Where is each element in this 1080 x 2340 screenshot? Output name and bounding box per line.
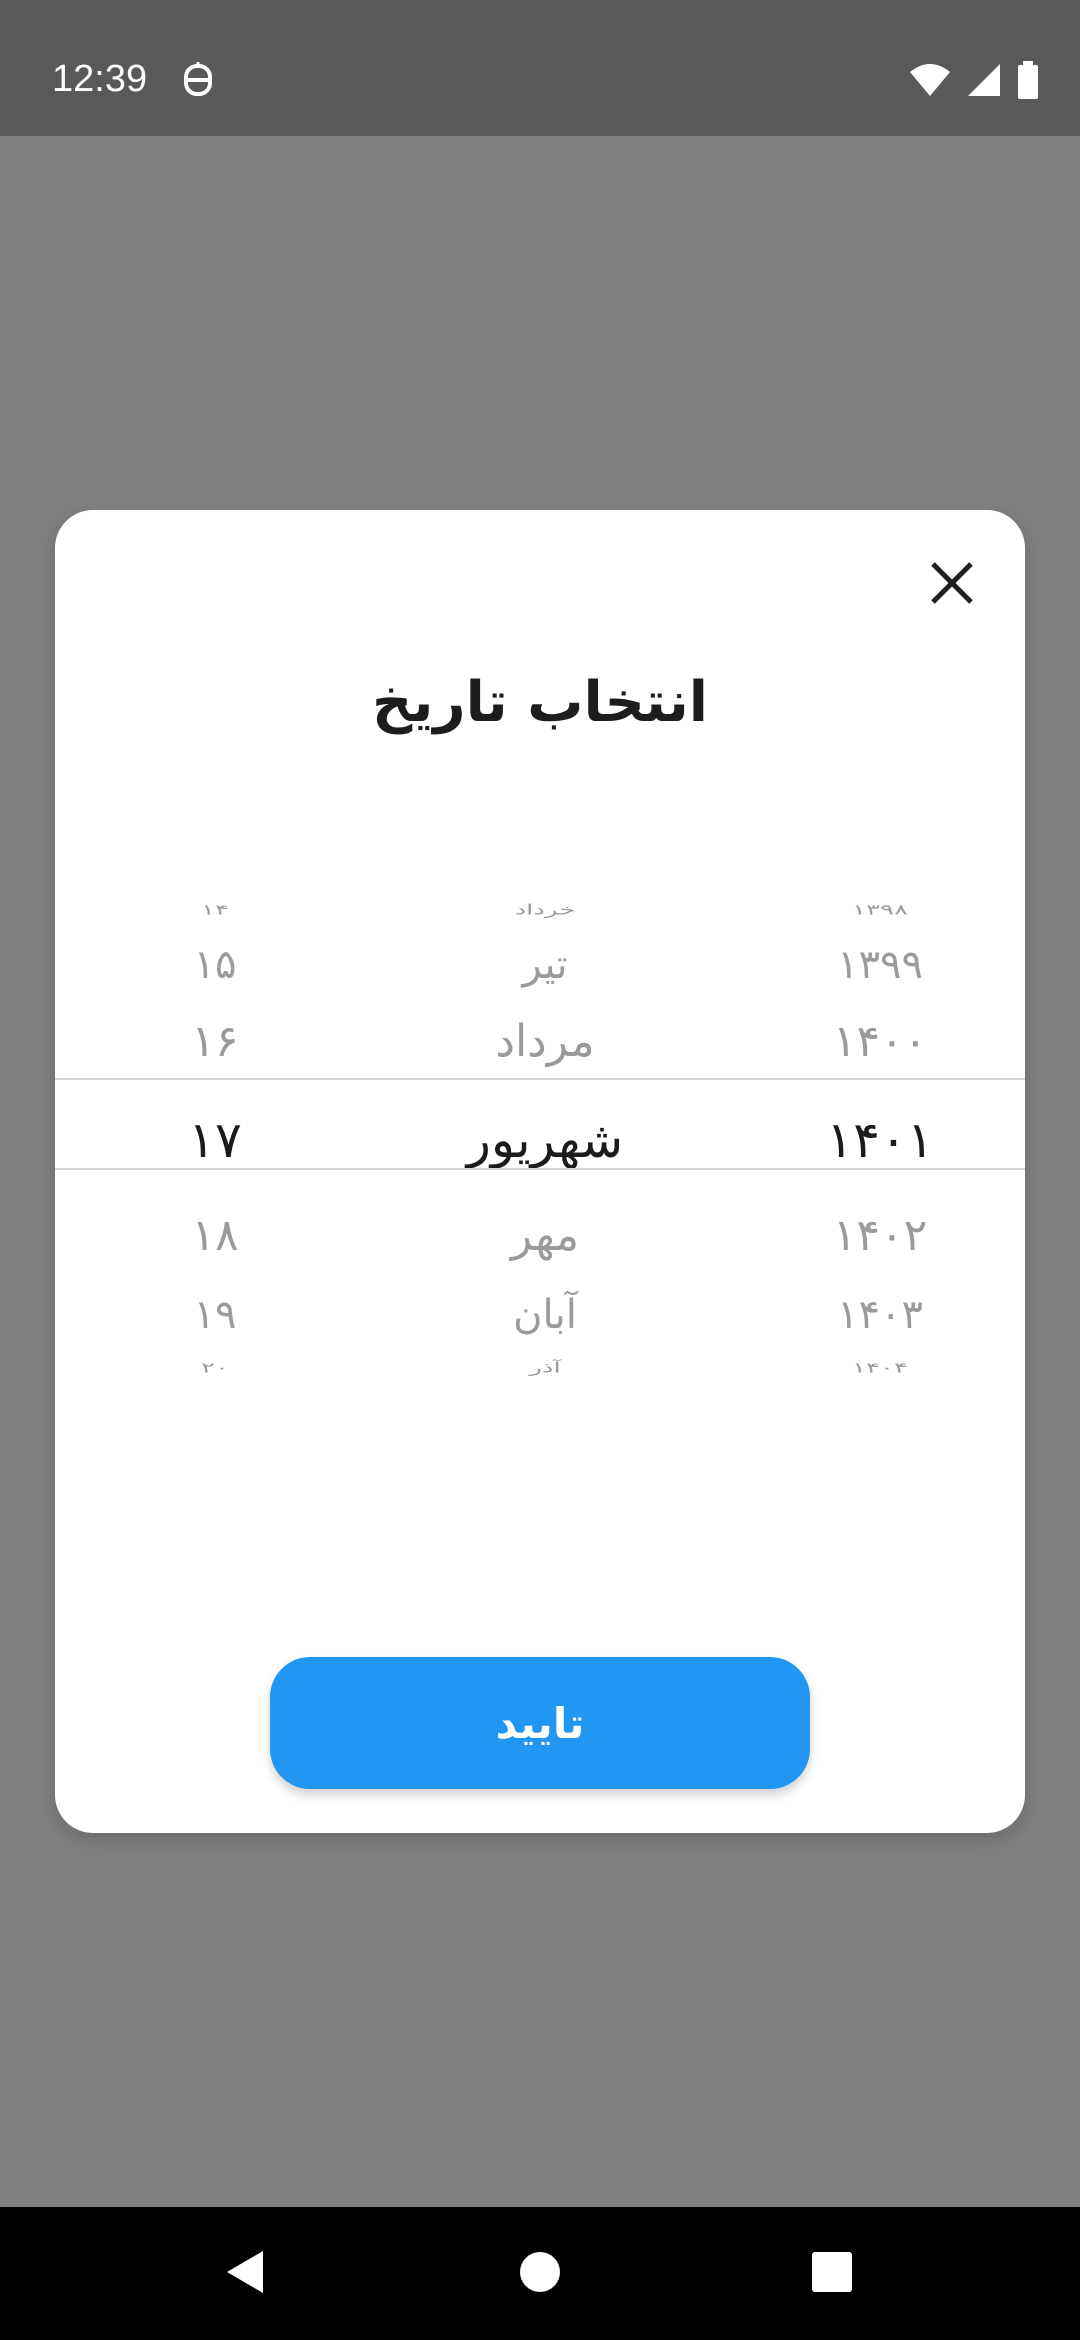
home-button[interactable] [480, 2207, 600, 2340]
picker-row[interactable]: ۱۵ تیر ۱۳۹۹ [55, 925, 1025, 1005]
screen: 12:39 انتخاب تاریخ ۱۴ خرداد ۱۳۹۸ ۱۵ تیر … [0, 0, 1080, 2340]
date-wheel-picker[interactable]: ۱۴ خرداد ۱۳۹۸ ۱۵ تیر ۱۳۹۹ ۱۶ مرداد ۱۴۰۰ … [55, 850, 1025, 1390]
year-option[interactable]: ۱۴۰۴ [775, 1346, 985, 1390]
back-icon [223, 2247, 267, 2301]
day-option[interactable]: ۱۸ [145, 1196, 285, 1276]
picker-row[interactable]: ۱۸ مهر ۱۴۰۲ [55, 1196, 1025, 1276]
day-option[interactable]: ۱۶ [145, 1002, 285, 1082]
date-picker-dialog: انتخاب تاریخ ۱۴ خرداد ۱۳۹۸ ۱۵ تیر ۱۳۹۹ ۱… [55, 510, 1025, 1833]
month-option[interactable]: مهر [415, 1196, 675, 1276]
picker-row[interactable]: ۲۰ آذر ۱۴۰۴ [55, 1328, 1025, 1408]
dialog-title: انتخاب تاریخ [372, 670, 708, 735]
close-icon [927, 558, 977, 612]
recents-icon [811, 2251, 853, 2297]
wifi-icon [908, 62, 952, 102]
day-option[interactable]: ۱۵ [145, 925, 285, 1005]
cell-signal-icon [966, 62, 1002, 102]
month-option[interactable]: آذر [415, 1346, 675, 1390]
month-option[interactable]: مرداد [415, 1002, 675, 1082]
app-notification-icon [178, 60, 218, 100]
navigation-bar [0, 2207, 1080, 2340]
status-time: 12:39 [52, 58, 148, 100]
picker-row[interactable]: ۱۶ مرداد ۱۴۰۰ [55, 1002, 1025, 1082]
confirm-button[interactable]: تایید [270, 1657, 810, 1789]
recents-button[interactable] [772, 2207, 892, 2340]
selection-divider-top [55, 1078, 1025, 1080]
year-option[interactable]: ۱۴۰۲ [775, 1196, 985, 1276]
year-option[interactable]: ۱۴۰۰ [775, 1002, 985, 1082]
home-icon [518, 2250, 562, 2298]
year-option[interactable]: ۱۳۹۹ [775, 925, 985, 1005]
selection-divider-bottom [55, 1168, 1025, 1170]
close-button[interactable] [917, 550, 987, 620]
status-bar: 12:39 [0, 0, 1080, 136]
day-option[interactable]: ۲۰ [145, 1346, 285, 1390]
battery-icon [1016, 61, 1040, 103]
back-button[interactable] [185, 2207, 305, 2340]
status-icons [908, 61, 1040, 103]
month-option[interactable]: تیر [415, 925, 675, 1005]
